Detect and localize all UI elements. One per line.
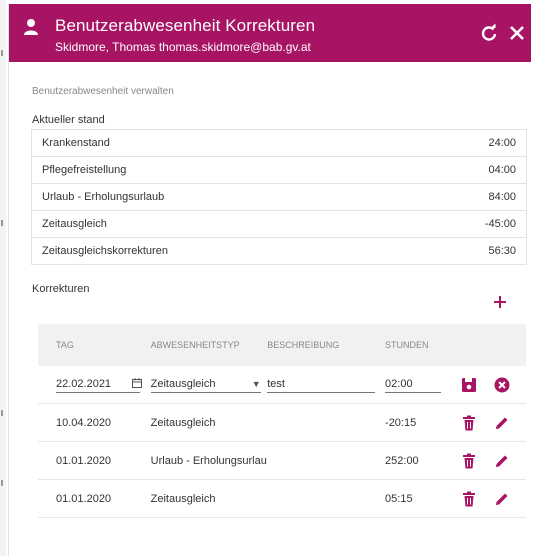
status-value: 56:30 [386, 237, 527, 265]
calendar-icon[interactable] [132, 378, 142, 388]
dialog-header: Benutzerabwesenheit Korrekturen Skidmore… [9, 4, 531, 62]
plus-icon [494, 296, 506, 308]
status-row: Pflegefreistellung 04:00 [31, 156, 527, 184]
close-button[interactable] [506, 22, 528, 44]
status-label: Zeitausgleich [31, 210, 386, 238]
dialog-title: Benutzerabwesenheit Korrekturen [55, 16, 316, 35]
column-header-stunden: STUNDEN [385, 324, 461, 366]
table-row: 01.01.2020 Zeitausgleich 05:15 [38, 479, 526, 518]
date-value: 22.02.2021 [56, 378, 112, 390]
status-value: 24:00 [386, 129, 527, 157]
beschreibung-cell [267, 403, 386, 442]
status-row: Zeitausgleich -45:00 [31, 210, 527, 238]
description-input[interactable]: test [267, 376, 376, 393]
stunden-cell: 05:15 [385, 479, 461, 518]
beschreibung-cell [267, 479, 386, 518]
tag-cell: 01.01.2020 [38, 479, 151, 518]
edge-mark [1, 50, 3, 56]
delete-icon[interactable] [461, 491, 477, 507]
edit-icon[interactable] [494, 415, 510, 431]
table-row: 01.01.2020 Urlaub - Erholungsurlau 252:0… [38, 441, 526, 480]
stunden-cell: -20:15 [385, 403, 461, 442]
actions-cell [460, 403, 526, 442]
actions-cell [460, 479, 526, 518]
status-label: Zeitausgleichskorrekturen [31, 237, 386, 265]
column-header-beschreibung: BESCHREIBUNG [267, 324, 386, 366]
corrections-header-row: TAG ABWESENHEITSTYP BESCHREIBUNG STUNDEN [38, 324, 526, 366]
delete-icon[interactable] [461, 453, 477, 469]
typ-cell: Zeitausgleich [150, 403, 268, 442]
column-header-actions [460, 324, 526, 366]
status-row: Krankenstand 24:00 [31, 129, 527, 157]
table-row: 10.04.2020 Zeitausgleich -20:15 [38, 403, 526, 442]
absence-type-select[interactable]: Zeitausgleich ▼ [150, 376, 261, 393]
corrections-caption: Korrekturen [32, 283, 90, 295]
cancel-icon[interactable] [494, 377, 510, 393]
typ-cell: Zeitausgleich ▼ [150, 366, 268, 404]
status-label: Krankenstand [31, 129, 386, 157]
status-value: -45:00 [386, 210, 527, 238]
status-label: Urlaub - Erholungsurlaub [31, 183, 386, 211]
typ-cell: Urlaub - Erholungsurlau [150, 441, 268, 480]
typ-cell: Zeitausgleich [150, 479, 268, 518]
date-input[interactable]: 22.02.2021 [56, 376, 142, 393]
stunden-cell: 02:00 [385, 366, 461, 404]
status-row: Zeitausgleichskorrekturen 56:30 [31, 237, 527, 265]
edit-icon[interactable] [494, 491, 510, 507]
edit-row: 22.02.2021 Zeitausgleich ▼ test 02:00 [38, 366, 526, 404]
dropdown-arrow-icon: ▼ [251, 379, 261, 389]
current-status-caption: Aktueller stand [32, 114, 105, 126]
refresh-button[interactable] [478, 22, 500, 44]
user-icon [24, 19, 38, 35]
status-value: 04:00 [386, 156, 527, 184]
add-correction-button[interactable] [490, 292, 510, 312]
stunden-cell: 252:00 [385, 441, 461, 480]
status-value: 84:00 [386, 183, 527, 211]
edge-mark [1, 220, 3, 226]
delete-icon[interactable] [461, 415, 477, 431]
edge-mark [1, 410, 3, 416]
section-caption: Benutzerabwesenheit verwalten [32, 86, 174, 97]
tag-cell: 01.01.2020 [38, 441, 151, 480]
tag-cell: 10.04.2020 [38, 403, 151, 442]
beschreibung-cell: test [267, 366, 386, 404]
actions-cell [460, 441, 526, 480]
hours-input[interactable]: 02:00 [385, 376, 442, 393]
current-status-table: Krankenstand 24:00 Pflegefreistellung 04:0… [31, 129, 527, 265]
status-label: Pflegefreistellung [31, 156, 386, 184]
tag-cell: 22.02.2021 [38, 366, 151, 404]
window-edge [0, 0, 6, 556]
save-icon[interactable] [461, 377, 477, 393]
absence-type-value: Zeitausgleich [150, 378, 216, 390]
actions-cell [460, 366, 526, 404]
edit-icon[interactable] [494, 453, 510, 469]
corrections-dialog: Benutzerabwesenheit Korrekturen Skidmore… [8, 4, 531, 556]
close-icon [510, 26, 524, 40]
refresh-icon [481, 23, 497, 41]
edge-mark [1, 480, 3, 486]
corrections-table: TAG ABWESENHEITSTYP BESCHREIBUNG STUNDEN… [38, 324, 526, 518]
dialog-subtitle: Skidmore, Thomas thomas.skidmore@bab.gv.… [55, 40, 311, 54]
column-header-typ: ABWESENHEITSTYP [150, 324, 268, 366]
column-header-tag: TAG [38, 324, 151, 366]
status-row: Urlaub - Erholungsurlaub 84:00 [31, 183, 527, 211]
beschreibung-cell [267, 441, 386, 480]
